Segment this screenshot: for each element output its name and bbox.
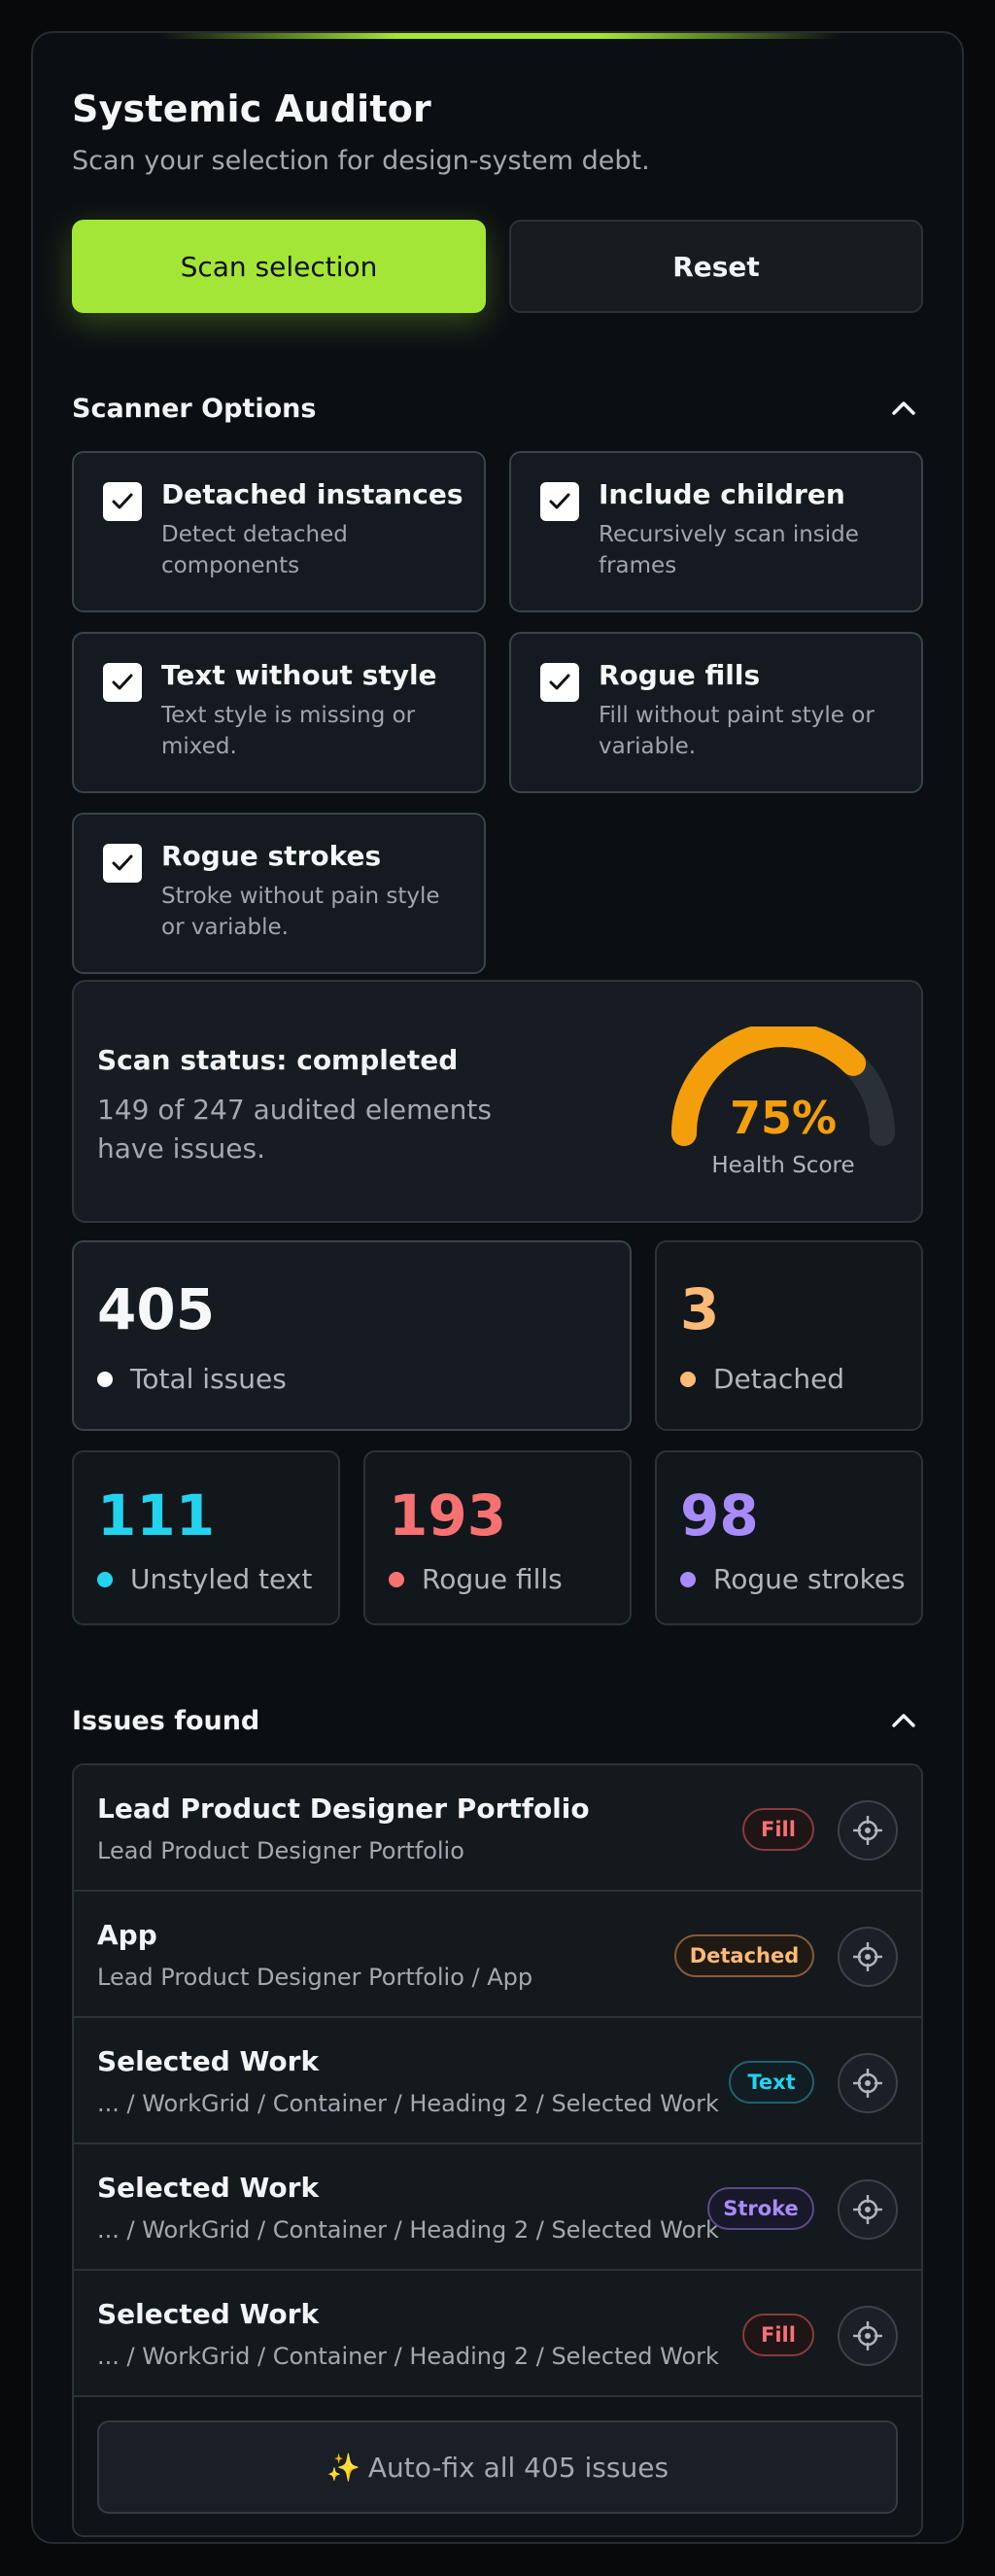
stat-value: 111 <box>97 1482 216 1549</box>
issue-name: Lead Product Designer Portfolio <box>97 1793 590 1825</box>
app-subtitle: Scan your selection for design-system de… <box>72 146 650 176</box>
issue-type-badge: Detached <box>674 1934 814 1977</box>
issues-title: Issues found <box>72 1705 260 1736</box>
stat-total-issues: 405 Total issues <box>72 1240 632 1431</box>
issue-path: ... / WorkGrid / Container / Heading 2 /… <box>97 2343 719 2370</box>
option-description: Fill without paint style or variable. <box>599 703 875 759</box>
status-dot <box>389 1571 404 1587</box>
stat-label: Detached <box>680 1363 844 1395</box>
issue-path: Lead Product Designer Portfolio / App <box>97 1964 533 1991</box>
issue-row[interactable]: Selected Work ... / WorkGrid / Container… <box>74 2144 921 2271</box>
option-rogue-fills[interactable]: Rogue fills Fill without paint style or … <box>509 632 923 793</box>
crosshair-icon <box>853 2321 882 2350</box>
issue-row[interactable]: Selected Work ... / WorkGrid / Container… <box>74 2018 921 2144</box>
stat-value: 3 <box>680 1276 720 1342</box>
scan-selection-button[interactable]: Scan selection <box>72 220 486 313</box>
auto-fix-label: Auto-fix all 405 issues <box>367 2451 669 2484</box>
issue-name: Selected Work <box>97 2045 320 2077</box>
chevron-up-icon[interactable] <box>884 1701 923 1740</box>
scanner-options-title: Scanner Options <box>72 393 317 424</box>
option-description: Text style is missing or mixed. <box>161 703 416 759</box>
issue-type-badge: Stroke <box>707 2187 814 2230</box>
scanner-options-header: Scanner Options <box>72 387 923 430</box>
stat-label-text: Total issues <box>130 1363 287 1395</box>
option-label: Rogue fills <box>599 659 761 691</box>
stat-unstyled-text: 111 Unstyled text <box>72 1450 340 1625</box>
locate-button[interactable] <box>838 2053 898 2113</box>
stat-label-text: Rogue fills <box>422 1563 563 1595</box>
checkbox-rogue-strokes[interactable] <box>103 844 142 883</box>
locate-button[interactable] <box>838 1800 898 1861</box>
stat-label: Total issues <box>97 1363 287 1395</box>
crosshair-icon <box>853 1816 882 1845</box>
health-score-label: Health Score <box>711 1153 854 1178</box>
stat-label: Rogue fills <box>389 1563 563 1595</box>
stat-label-text: Unstyled text <box>130 1563 313 1595</box>
option-detached-instances[interactable]: Detached instances Detect detached compo… <box>72 451 486 612</box>
issue-path: ... / WorkGrid / Container / Heading 2 /… <box>97 2216 719 2244</box>
issue-type-badge: Fill <box>742 2314 814 2356</box>
issue-name: App <box>97 1919 157 1951</box>
option-rogue-strokes[interactable]: Rogue strokes Stroke without pain style … <box>72 813 486 974</box>
sparkles-icon: ✨ <box>326 2451 360 2484</box>
locate-button[interactable] <box>838 2306 898 2366</box>
option-description: Stroke without pain style or variable. <box>161 884 440 940</box>
scan-status-description: 149 of 247 audited elements have issues. <box>97 1094 492 1165</box>
crosshair-icon <box>853 2069 882 2098</box>
issue-type-badge: Text <box>729 2061 814 2104</box>
crosshair-icon <box>853 1942 882 1971</box>
issue-type-badge: Fill <box>742 1808 814 1851</box>
accent-glow <box>159 33 840 39</box>
checkbox-rogue-fills[interactable] <box>540 663 579 702</box>
checkbox-detached-instances[interactable] <box>103 482 142 521</box>
app-title: Systemic Auditor <box>72 87 431 130</box>
issue-row[interactable]: Selected Work ... / WorkGrid / Container… <box>74 2271 921 2397</box>
issue-path: Lead Product Designer Portfolio <box>97 1837 464 1864</box>
option-label: Include children <box>599 478 845 510</box>
scan-status-title: Scan status: completed <box>97 1044 459 1076</box>
status-dot <box>680 1371 696 1387</box>
issue-row[interactable]: App Lead Product Designer Portfolio / Ap… <box>74 1892 921 2018</box>
option-label: Rogue strokes <box>161 840 382 872</box>
stat-rogue-strokes: 98 Rogue strokes <box>655 1450 923 1625</box>
option-text-without-style[interactable]: Text without style Text style is missing… <box>72 632 486 793</box>
status-dot <box>680 1571 696 1587</box>
issue-row[interactable]: Lead Product Designer Portfolio Lead Pro… <box>74 1765 921 1892</box>
checkbox-include-children[interactable] <box>540 482 579 521</box>
status-dot <box>97 1571 113 1587</box>
stat-value: 193 <box>389 1482 507 1549</box>
locate-button[interactable] <box>838 2179 898 2240</box>
status-dot <box>97 1371 113 1387</box>
auto-fix-button[interactable]: ✨ Auto-fix all 405 issues <box>97 2420 898 2514</box>
checkbox-text-without-style[interactable] <box>103 663 142 702</box>
health-score-gauge: 75% Health Score <box>671 1027 895 1178</box>
stat-label-text: Rogue strokes <box>713 1563 906 1595</box>
crosshair-icon <box>853 2195 882 2224</box>
chevron-up-icon[interactable] <box>884 389 923 428</box>
health-score-value: 75% <box>730 1092 837 1144</box>
stat-value: 405 <box>97 1276 216 1342</box>
issue-name: Selected Work <box>97 2298 320 2330</box>
stat-value: 98 <box>680 1482 759 1549</box>
option-description: Detect detached components <box>161 522 348 578</box>
option-label: Text without style <box>161 659 437 691</box>
locate-button[interactable] <box>838 1927 898 1987</box>
scan-status-card: Scan status: completed 149 of 247 audite… <box>72 980 923 1223</box>
option-description: Recursively scan inside frames <box>599 522 859 578</box>
stat-rogue-fills: 193 Rogue fills <box>363 1450 632 1625</box>
issue-path: ... / WorkGrid / Container / Heading 2 /… <box>97 2090 719 2117</box>
option-label: Detached instances <box>161 478 463 510</box>
issues-list: Lead Product Designer Portfolio Lead Pro… <box>72 1763 923 2537</box>
reset-button[interactable]: Reset <box>509 220 923 313</box>
stat-detached: 3 Detached <box>655 1240 923 1431</box>
stat-label: Unstyled text <box>97 1563 312 1595</box>
auditor-panel: Systemic Auditor Scan your selection for… <box>31 31 964 2544</box>
stat-label: Rogue strokes <box>680 1563 906 1595</box>
stat-label-text: Detached <box>713 1363 845 1395</box>
issues-header: Issues found <box>72 1699 923 1742</box>
option-include-children[interactable]: Include children Recursively scan inside… <box>509 451 923 612</box>
issue-name: Selected Work <box>97 2172 320 2204</box>
